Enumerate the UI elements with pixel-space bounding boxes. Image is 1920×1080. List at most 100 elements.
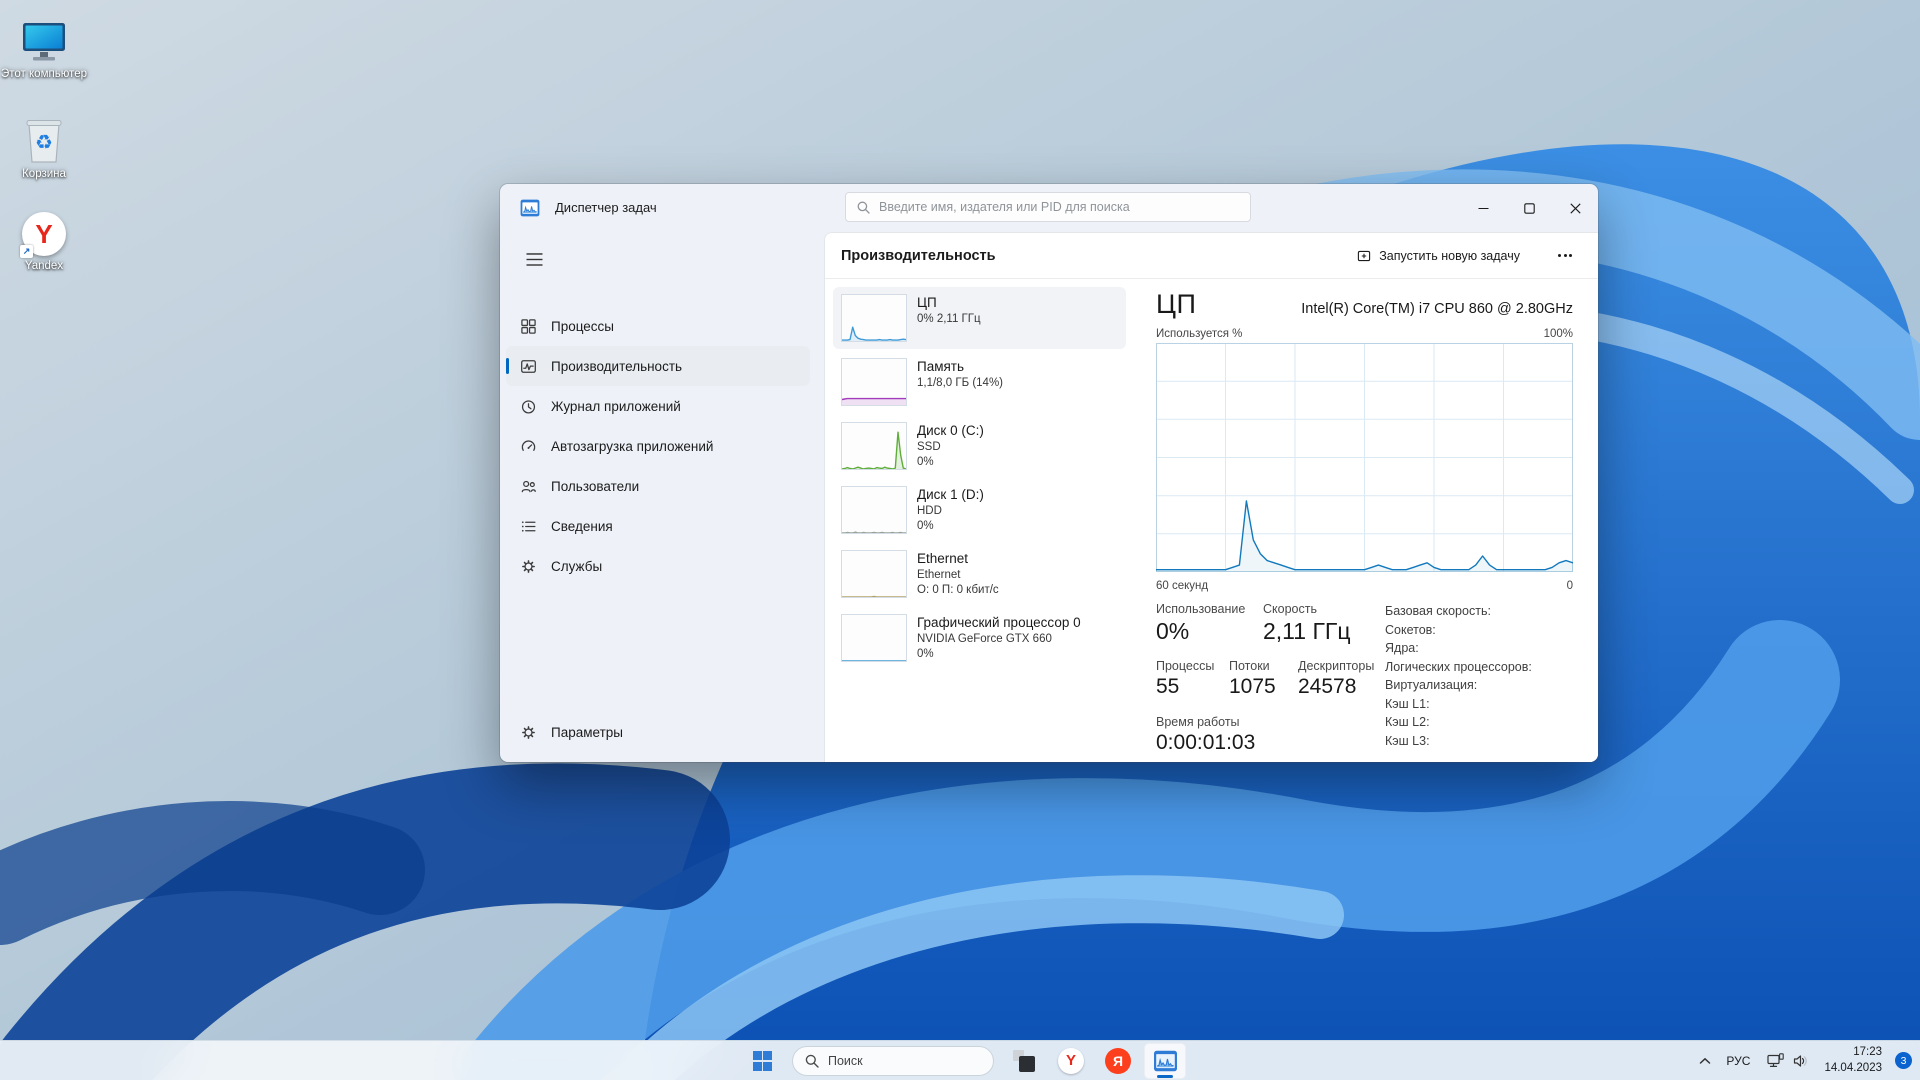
desktop-icon-this-pc[interactable]: Этот компьютер xyxy=(0,12,88,82)
cpu-model: Intel(R) Core(TM) i7 CPU 860 @ 2.80GHz xyxy=(1301,301,1573,317)
taskbar-app-yandex-browser[interactable]: Y xyxy=(1050,1043,1092,1079)
sidebar-item-startup-apps[interactable]: Автозагрузка приложений xyxy=(506,426,810,466)
sidebar-item-label: Автозагрузка приложений xyxy=(551,438,714,454)
recycle-bin-icon: ♻ xyxy=(0,112,88,164)
minimize-button[interactable] xyxy=(1460,184,1506,232)
desktop-icon-yandex[interactable]: Y ↗ Yandex xyxy=(0,204,88,274)
sidebar-item-details[interactable]: Сведения xyxy=(506,506,810,546)
cpu-detail-pane: ЦП Intel(R) Core(TM) i7 CPU 860 @ 2.80GH… xyxy=(1156,289,1573,762)
desktop-icon-label: Yandex xyxy=(24,260,64,272)
startup-gauge-icon xyxy=(520,438,537,455)
task-search-box[interactable] xyxy=(845,192,1251,222)
yandex-icon: Я xyxy=(1105,1047,1131,1074)
taskbar-search[interactable]: Поиск xyxy=(792,1045,994,1076)
taskbar-app-dark-squares[interactable] xyxy=(1003,1043,1045,1079)
taskbar-app-task-manager[interactable] xyxy=(1144,1042,1186,1079)
stat-handles: Дескрипторы 24578 xyxy=(1298,659,1375,698)
notification-badge[interactable]: 3 xyxy=(1895,1052,1912,1069)
run-new-task-label: Запустить новую задачу xyxy=(1379,248,1520,263)
task-manager-app-icon xyxy=(520,199,540,222)
taskbar-app-yandex[interactable]: Я xyxy=(1097,1043,1139,1079)
desktop-icon-recycle-bin[interactable]: ♻ Корзина xyxy=(0,112,88,182)
hamburger-icon xyxy=(526,252,542,266)
tray-chevron-button[interactable] xyxy=(1699,1052,1711,1070)
stat-usage: Использование 0% xyxy=(1156,602,1246,644)
language-indicator[interactable]: РУС xyxy=(1724,1050,1752,1072)
users-icon xyxy=(520,478,537,495)
perf-item-ethernet[interactable]: Ethernet Ethernet О: 0 П: 0 кбит/с xyxy=(833,543,1126,605)
detail-title: ЦП xyxy=(1156,289,1197,319)
perf-item-line: О: 0 П: 0 кбит/с xyxy=(917,583,999,596)
dark-app-icon xyxy=(1012,1049,1036,1073)
yandex-browser-icon: Y ↗ xyxy=(0,204,88,258)
more-options-button[interactable] xyxy=(1548,242,1582,270)
perf-item-line: Ethernet xyxy=(917,568,961,581)
window-title: Диспетчер задач xyxy=(555,200,657,215)
perf-item-memory[interactable]: Память 1,1/8,0 ГБ (14%) xyxy=(833,351,1126,413)
sidebar-item-label: Сведения xyxy=(551,518,613,534)
perf-item-gpu[interactable]: Графический процессор 0 NVIDIA GeForce G… xyxy=(833,607,1126,669)
taskbar-search-label: Поиск xyxy=(828,1053,863,1068)
perf-item-line: NVIDIA GeForce GTX 660 xyxy=(917,632,1052,645)
perf-item-title: Память xyxy=(917,359,965,374)
sidebar: Процессы Производительность Журнал прило… xyxy=(500,232,824,762)
perf-item-title: Ethernet xyxy=(917,551,969,566)
disk1-mini-chart xyxy=(841,486,907,534)
titlebar: Диспетчер задач xyxy=(500,184,1598,232)
sidebar-item-processes[interactable]: Процессы xyxy=(506,306,810,346)
sidebar-item-settings[interactable]: Параметры xyxy=(506,712,810,752)
new-task-icon xyxy=(1358,250,1371,261)
perf-item-line: SSD xyxy=(917,440,941,453)
chart-ymax: 100% xyxy=(1543,328,1573,340)
disk0-mini-chart xyxy=(841,422,907,470)
perf-item-line: 0% xyxy=(917,519,934,532)
tray-date: 14.04.2023 xyxy=(1824,1061,1882,1074)
tray-system-icons[interactable] xyxy=(1765,1049,1811,1072)
sidebar-item-label: Журнал приложений xyxy=(551,398,681,414)
sidebar-item-performance[interactable]: Производительность xyxy=(506,346,810,386)
settings-gear-icon xyxy=(520,724,537,741)
perf-item-disk1[interactable]: Диск 1 (D:) HDD 0% xyxy=(833,479,1126,541)
start-button[interactable] xyxy=(741,1043,783,1079)
tray-clock[interactable]: 17:23 14.04.2023 xyxy=(1824,1045,1882,1076)
sidebar-item-services[interactable]: Службы xyxy=(506,546,810,586)
stat-uptime: Время работы 0:00:01:03 xyxy=(1156,715,1256,754)
sidebar-item-app-history[interactable]: Журнал приложений xyxy=(506,386,810,426)
active-app-indicator xyxy=(1157,1074,1173,1078)
sidebar-item-label: Службы xyxy=(551,558,603,574)
sidebar-nav: Процессы Производительность Журнал прило… xyxy=(506,306,810,586)
content-header: Производительность Запустить новую задач… xyxy=(825,233,1598,279)
search-input[interactable] xyxy=(879,200,1239,214)
sidebar-item-label: Пользователи xyxy=(551,478,640,494)
details-list-icon xyxy=(520,518,537,535)
run-new-task-button[interactable]: Запустить новую задачу xyxy=(1347,243,1530,269)
desktop-icon-label: Этот компьютер xyxy=(1,68,87,80)
perf-item-line: 1,1/8,0 ГБ (14%) xyxy=(917,376,1004,389)
navigation-menu-button[interactable] xyxy=(514,242,554,276)
chart-ylabel: Используется % xyxy=(1156,328,1243,340)
page-title: Производительность xyxy=(841,247,996,264)
content-pane: Производительность Запустить новую задач… xyxy=(824,232,1598,762)
perf-item-line: 0% xyxy=(917,647,934,660)
memory-mini-chart xyxy=(841,358,907,406)
windows-logo-icon xyxy=(752,1051,772,1071)
services-gear-icon xyxy=(520,558,537,575)
sidebar-item-users[interactable]: Пользователи xyxy=(506,466,810,506)
chart-xlabel-left: 60 секунд xyxy=(1156,580,1209,592)
svg-text:♻: ♻ xyxy=(35,132,53,154)
perf-item-disk0[interactable]: Диск 0 (C:) SSD 0% xyxy=(833,415,1126,477)
search-icon xyxy=(805,1054,819,1068)
stat-threads: Потоки 1075 xyxy=(1229,659,1276,698)
perf-item-cpu[interactable]: ЦП 0% 2,11 ГГц xyxy=(833,287,1126,349)
chevron-up-icon xyxy=(1700,1057,1711,1064)
task-manager-window: Диспетчер задач Введите имя, издателя ил… xyxy=(500,184,1598,762)
search-icon xyxy=(857,201,870,214)
performance-list: ЦП 0% 2,11 ГГц Память 1,1/8,0 ГБ (14%) Д… xyxy=(833,287,1126,671)
cpu-mini-chart xyxy=(841,294,907,342)
processes-icon xyxy=(520,318,537,335)
tray-time: 17:23 xyxy=(1853,1045,1882,1058)
close-button[interactable] xyxy=(1552,184,1598,232)
shortcut-arrow-icon: ↗ xyxy=(20,245,33,258)
perf-item-title: Диск 1 (D:) xyxy=(917,487,984,502)
maximize-button[interactable] xyxy=(1506,184,1552,232)
